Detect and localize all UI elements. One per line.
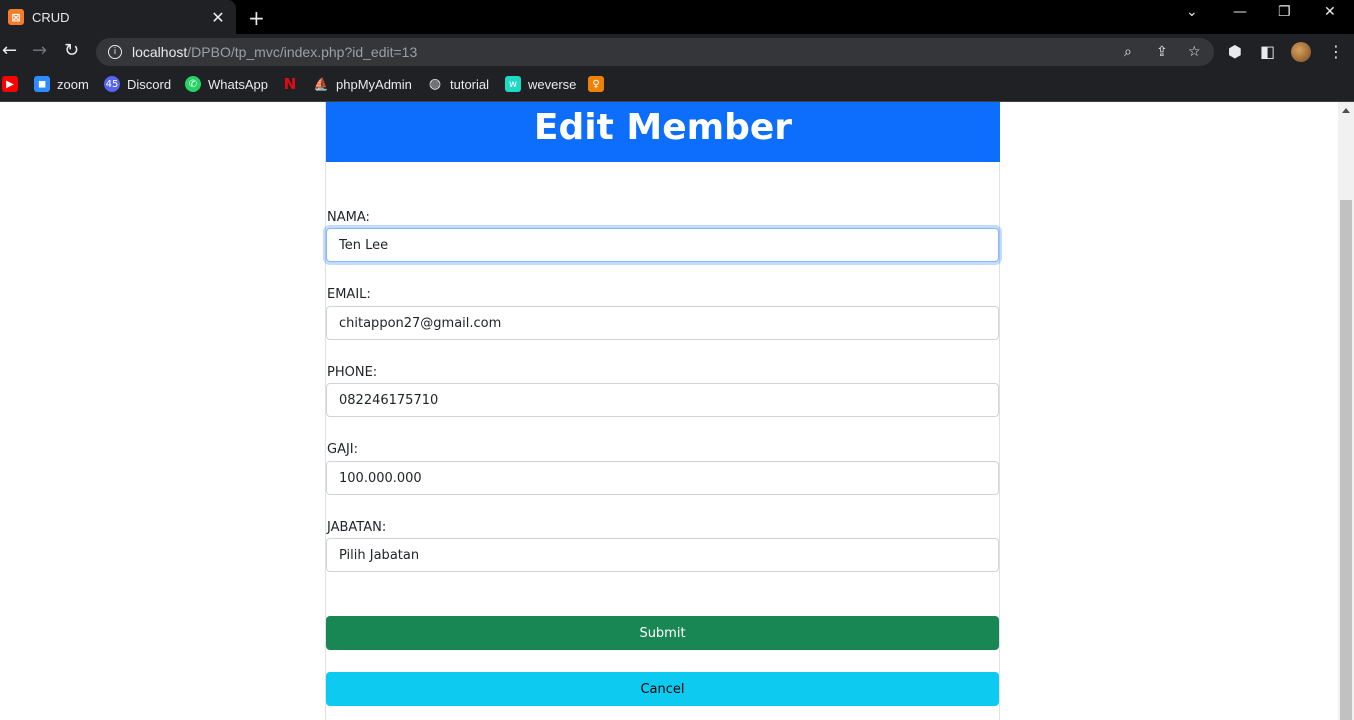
- whatsapp-icon: ✆: [185, 76, 201, 92]
- email-label: EMAIL:: [327, 287, 371, 302]
- minimize-icon[interactable]: —: [1233, 4, 1247, 20]
- menu-icon[interactable]: ⋮: [1328, 42, 1344, 61]
- bookmark-label: zoom: [57, 76, 89, 92]
- bookmark-label: WhatsApp: [208, 76, 268, 92]
- gaji-label: GAJI:: [327, 442, 359, 457]
- bookmark-youtube[interactable]: ▶: [2, 76, 25, 92]
- bookmark-netflix[interactable]: N: [282, 75, 305, 93]
- side-panel-icon[interactable]: ◧: [1260, 42, 1275, 61]
- new-tab-button[interactable]: +: [248, 6, 265, 30]
- cancel-button[interactable]: Cancel: [326, 672, 999, 706]
- bookmark-label: phpMyAdmin: [336, 76, 412, 92]
- bookmark-star-icon[interactable]: ☆: [1188, 44, 1201, 60]
- edit-form-card: Edit Member NAMA: EMAIL: PHONE: GAJI: JA…: [325, 102, 1000, 720]
- page-title: Edit Member: [326, 102, 1000, 162]
- netflix-icon: N: [283, 75, 297, 93]
- share-icon[interactable]: ⇪: [1156, 44, 1168, 60]
- forward-icon[interactable]: →: [32, 40, 47, 61]
- tab-close-icon[interactable]: ✕: [210, 8, 226, 27]
- gaji-field[interactable]: [326, 461, 999, 495]
- restore-icon[interactable]: ❐: [1278, 4, 1291, 20]
- close-window-icon[interactable]: ✕: [1324, 4, 1336, 20]
- phpmyadmin-icon: ⛵: [313, 77, 329, 91]
- extensions-icon[interactable]: ⬢: [1228, 42, 1242, 61]
- tab-title: CRUD: [32, 9, 70, 25]
- bookmarks-bar: ▶ ◼ zoom 45 Discord ✆ WhatsApp N ⛵ phpMy…: [0, 68, 1354, 102]
- bookmark-label: Discord: [127, 76, 172, 92]
- zoom-icon[interactable]: ⌕: [1124, 44, 1132, 60]
- email-field[interactable]: [326, 306, 999, 340]
- submit-button[interactable]: Submit: [326, 616, 999, 650]
- bookmark-tutorial[interactable]: ◍ tutorial: [427, 76, 489, 92]
- xampp-favicon-icon: ⊠: [8, 9, 24, 25]
- profile-avatar[interactable]: [1291, 42, 1311, 62]
- url-text[interactable]: localhost/DPBO/tp_mvc/index.php?id_edit=…: [132, 44, 417, 60]
- globe-icon: ◍: [428, 76, 442, 92]
- browser-tab-strip: ⊠ CRUD ✕ + ⌄ — ❐ ✕: [0, 0, 1354, 34]
- jabatan-label: JABATAN:: [327, 520, 387, 535]
- site-info-icon[interactable]: i: [108, 45, 122, 59]
- phone-field[interactable]: [326, 383, 999, 417]
- nama-label: NAMA:: [327, 210, 370, 225]
- discord-icon: 45: [104, 76, 120, 92]
- bookmark-ok[interactable]: ♀: [588, 76, 611, 92]
- bookmark-label: weverse: [528, 76, 577, 92]
- scroll-thumb[interactable]: [1340, 200, 1352, 720]
- bookmark-label: tutorial: [450, 76, 490, 92]
- odnoklassniki-icon: ♀: [588, 76, 604, 92]
- phone-label: PHONE:: [327, 365, 378, 380]
- youtube-icon: ▶: [2, 76, 18, 92]
- jabatan-select[interactable]: [326, 538, 999, 572]
- back-icon[interactable]: ←: [2, 40, 17, 61]
- scroll-up-arrow-icon[interactable]: [1342, 108, 1350, 113]
- bookmark-discord[interactable]: 45 Discord: [104, 76, 171, 92]
- tab-search-icon[interactable]: ⌄: [1186, 4, 1198, 20]
- bookmark-weverse[interactable]: w weverse: [505, 76, 576, 92]
- weverse-icon: w: [505, 76, 521, 92]
- reload-icon[interactable]: ↻: [64, 40, 79, 61]
- page-scrollbar[interactable]: [1338, 102, 1354, 720]
- nama-field[interactable]: [326, 228, 999, 262]
- address-bar[interactable]: i localhost/DPBO/tp_mvc/index.php?id_edi…: [96, 38, 1214, 66]
- browser-tab[interactable]: ⊠ CRUD ✕: [0, 0, 236, 34]
- bookmark-phpmyadmin[interactable]: ⛵ phpMyAdmin: [313, 76, 412, 92]
- bookmark-whatsapp[interactable]: ✆ WhatsApp: [185, 76, 268, 92]
- zoom-icon: ◼: [34, 76, 50, 92]
- bookmark-zoom[interactable]: ◼ zoom: [34, 76, 89, 92]
- page-viewport: Edit Member NAMA: EMAIL: PHONE: GAJI: JA…: [0, 102, 1354, 720]
